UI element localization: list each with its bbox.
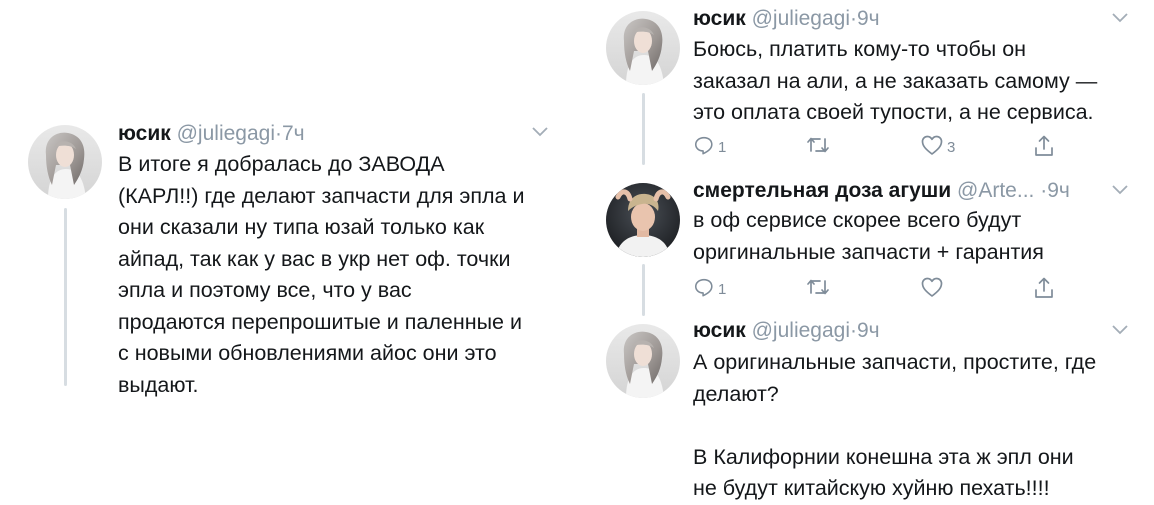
chevron-down-icon[interactable] (1110, 182, 1130, 201)
heart-icon (921, 277, 943, 297)
reply-icon (694, 278, 713, 297)
separator-dot: · (850, 319, 857, 342)
reply-count: 1 (718, 138, 727, 156)
like-button[interactable] (920, 276, 947, 298)
retweet-button[interactable] (806, 276, 833, 298)
share-icon (1035, 135, 1053, 156)
reply-icon (694, 136, 713, 155)
username[interactable]: @juliegagi (752, 7, 850, 30)
tweet-text: В итоге я добралась до ЗАВОДА (КАРЛ!!) г… (118, 152, 525, 397)
chevron-down-icon[interactable] (530, 124, 550, 143)
display-name[interactable]: юсик (693, 319, 746, 342)
thread-line (642, 93, 645, 165)
username[interactable]: @juliegagi (752, 319, 850, 342)
timestamp[interactable]: 9ч (1047, 179, 1070, 202)
tweet-text: Боюсь, платить кому-то чтобы он заказал … (693, 37, 1098, 124)
like-count: 3 (947, 138, 956, 156)
avatar[interactable] (606, 324, 680, 398)
share-button[interactable] (1033, 134, 1055, 158)
retweet-button[interactable] (806, 134, 833, 156)
like-button[interactable]: 3 (920, 134, 955, 156)
tweet-header: юсик @juliegagi·9ч (693, 318, 880, 344)
chevron-down-icon[interactable] (1110, 322, 1130, 341)
timestamp[interactable]: 9ч (857, 7, 880, 30)
timestamp[interactable]: 7ч (282, 122, 305, 145)
reply-count: 1 (718, 280, 727, 298)
tweet-header: юсик @juliegagi·7ч (118, 121, 305, 147)
separator-dot: · (850, 7, 857, 30)
retweet-icon (807, 279, 829, 295)
tweet-header: юсик @juliegagi·9ч (693, 6, 880, 32)
avatar[interactable] (606, 11, 680, 85)
tweet-header: смертельная доза агуши @Arte... ·9ч (693, 178, 1070, 204)
tweet-actions: 1 3 (693, 134, 1073, 164)
retweet-icon (807, 137, 829, 153)
tweet-text: в оф сервисе скорее всего будут оригинал… (693, 208, 1044, 264)
display-name[interactable]: юсик (693, 7, 746, 30)
share-button[interactable] (1033, 276, 1055, 300)
username[interactable]: @Arte... (957, 179, 1034, 202)
avatar[interactable] (28, 125, 102, 199)
tweet-text: А оригинальные запчасти, простите, где д… (693, 350, 1097, 500)
username[interactable]: @juliegagi (177, 122, 275, 145)
thread-line (64, 208, 67, 386)
share-icon (1035, 277, 1053, 298)
timestamp[interactable]: 9ч (857, 319, 880, 342)
heart-icon (921, 135, 943, 155)
tweet-actions: 1 (693, 276, 1073, 306)
avatar[interactable] (606, 183, 680, 257)
thread-line (642, 264, 645, 316)
chevron-down-icon[interactable] (1110, 10, 1130, 29)
display-name[interactable]: юсик (118, 122, 171, 145)
display-name[interactable]: смертельная доза агуши (693, 179, 951, 202)
separator-dot: · (275, 122, 282, 145)
reply-button[interactable]: 1 (693, 276, 726, 298)
reply-button[interactable]: 1 (693, 134, 726, 156)
